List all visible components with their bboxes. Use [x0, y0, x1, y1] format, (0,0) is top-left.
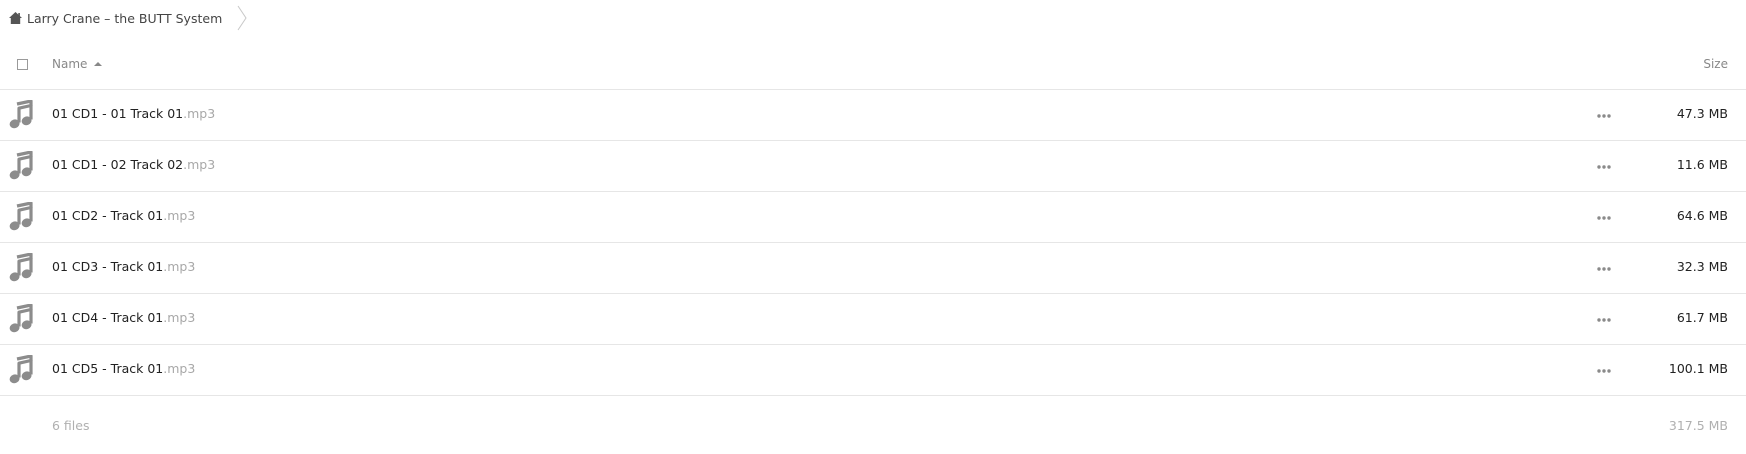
more-options-icon[interactable]	[1593, 362, 1615, 380]
file-size: 47.3 MB	[1676, 106, 1728, 121]
music-note-icon	[8, 99, 34, 130]
music-note-icon	[8, 354, 34, 385]
total-size: 317.5 MB	[1668, 418, 1728, 433]
file-row[interactable]: 01 CD1 - 02 Track 02.mp3 11.6 MB	[0, 141, 1746, 192]
sort-ascending-icon	[94, 62, 103, 66]
home-icon[interactable]	[7, 10, 23, 26]
file-size: 100.1 MB	[1668, 361, 1728, 376]
file-name[interactable]: 01 CD5 - Track 01.mp3	[52, 361, 195, 376]
breadcrumb-separator-icon	[236, 4, 248, 32]
file-basename: 01 CD1 - 01 Track 01	[52, 106, 184, 121]
file-basename: 01 CD5 - Track 01	[52, 361, 164, 376]
file-extension: .mp3	[163, 208, 196, 223]
file-name[interactable]: 01 CD1 - 01 Track 01.mp3	[52, 106, 215, 121]
file-name[interactable]: 01 CD4 - Track 01.mp3	[52, 310, 195, 325]
more-options-icon[interactable]	[1593, 260, 1615, 278]
select-all-checkbox[interactable]	[17, 59, 28, 70]
file-extension: .mp3	[163, 259, 196, 274]
music-note-icon	[8, 252, 34, 283]
file-row[interactable]: 01 CD2 - Track 01.mp3 64.6 MB	[0, 192, 1746, 243]
size-column-header[interactable]: Size	[1703, 57, 1728, 71]
file-size: 32.3 MB	[1676, 259, 1728, 274]
name-column-header[interactable]: Name	[52, 57, 103, 71]
file-list-summary: 6 files 317.5 MB	[0, 416, 1746, 438]
file-name[interactable]: 01 CD2 - Track 01.mp3	[52, 208, 195, 223]
file-name[interactable]: 01 CD3 - Track 01.mp3	[52, 259, 195, 274]
file-row[interactable]: 01 CD3 - Track 01.mp3 32.3 MB	[0, 243, 1746, 294]
music-note-icon	[8, 150, 34, 181]
name-column-label: Name	[52, 57, 88, 71]
file-size: 64.6 MB	[1676, 208, 1728, 223]
file-name[interactable]: 01 CD1 - 02 Track 02.mp3	[52, 157, 215, 172]
file-basename: 01 CD1 - 02 Track 02	[52, 157, 184, 172]
more-options-icon[interactable]	[1593, 209, 1615, 227]
file-row[interactable]: 01 CD5 - Track 01.mp3 100.1 MB	[0, 345, 1746, 396]
file-size: 11.6 MB	[1676, 157, 1728, 172]
file-extension: .mp3	[163, 361, 196, 376]
music-note-icon	[8, 303, 34, 334]
file-list: 01 CD1 - 01 Track 01.mp3 47.3 MB 01 CD1 - …	[0, 90, 1746, 396]
more-options-icon[interactable]	[1593, 158, 1615, 176]
file-extension: .mp3	[183, 157, 216, 172]
file-extension: .mp3	[163, 310, 196, 325]
file-basename: 01 CD3 - Track 01	[52, 259, 164, 274]
breadcrumb: Larry Crane – the BUTT System	[0, 0, 248, 36]
file-size: 61.7 MB	[1676, 310, 1728, 325]
file-basename: 01 CD4 - Track 01	[52, 310, 164, 325]
file-count: 6 files	[52, 418, 90, 433]
file-basename: 01 CD2 - Track 01	[52, 208, 164, 223]
file-row[interactable]: 01 CD1 - 01 Track 01.mp3 47.3 MB	[0, 90, 1746, 141]
music-note-icon	[8, 201, 34, 232]
file-extension: .mp3	[183, 106, 216, 121]
file-row[interactable]: 01 CD4 - Track 01.mp3 61.7 MB	[0, 294, 1746, 345]
file-list-header: Name Size	[0, 46, 1746, 90]
breadcrumb-folder[interactable]: Larry Crane – the BUTT System	[27, 11, 222, 26]
more-options-icon[interactable]	[1593, 107, 1615, 125]
more-options-icon[interactable]	[1593, 311, 1615, 329]
